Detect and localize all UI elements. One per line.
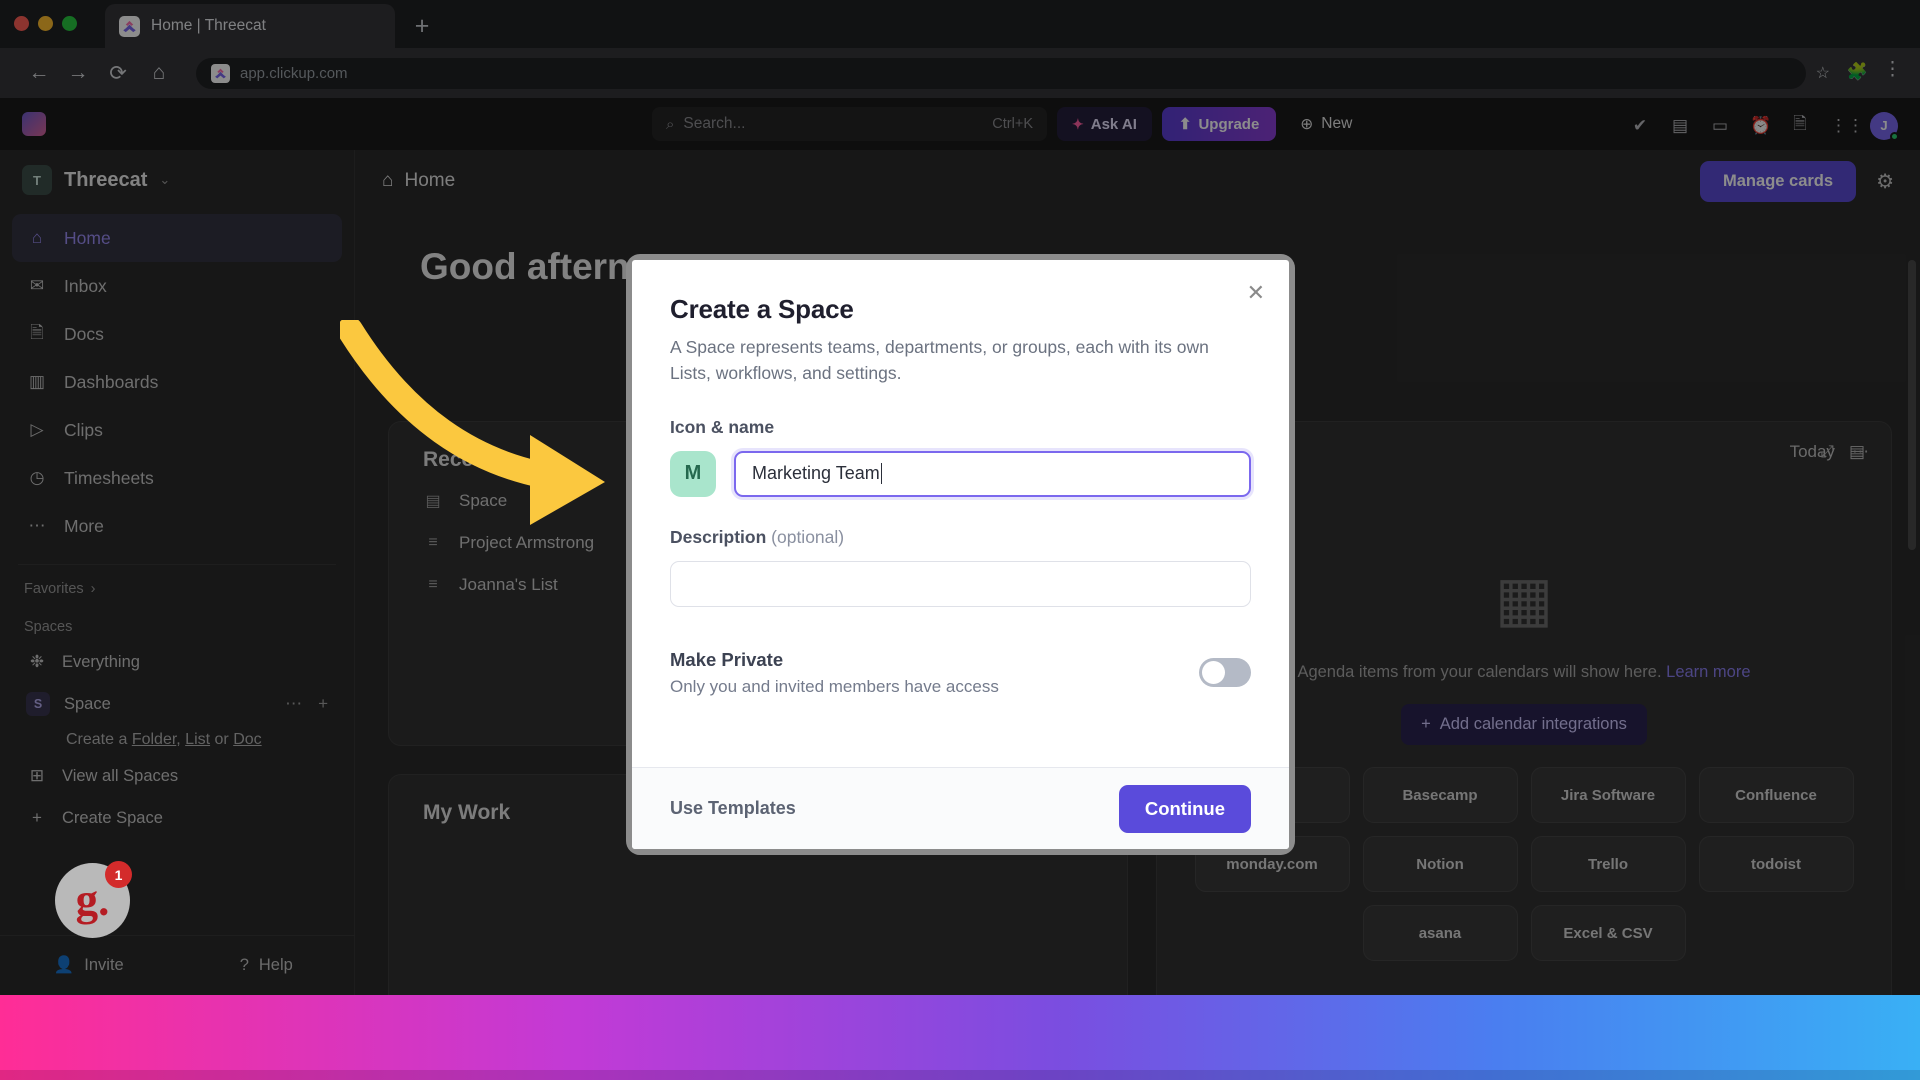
description-label-text: Description	[670, 526, 767, 547]
make-private-row: Make Private Only you and invited member…	[670, 649, 1251, 697]
grammarly-badge-count: 1	[105, 861, 132, 888]
continue-button[interactable]: Continue	[1118, 784, 1251, 833]
taskbar	[0, 1070, 1920, 1080]
modal-body: ✕ Create a Space A Space represents team…	[632, 260, 1289, 767]
icon-name-label: Icon & name	[670, 416, 775, 437]
toggle-knob	[1202, 661, 1225, 684]
space-icon-picker[interactable]: M	[670, 450, 716, 497]
make-private-subtitle: Only you and invited members have access	[670, 676, 999, 696]
text-cursor	[880, 463, 883, 484]
grammarly-widget[interactable]: g. 1	[55, 861, 132, 938]
make-private-toggle[interactable]	[1199, 658, 1251, 687]
description-input[interactable]	[670, 560, 1251, 607]
make-private-title: Make Private	[670, 648, 784, 670]
use-templates-button[interactable]: Use Templates	[670, 798, 796, 819]
modal-highlight-border: ✕ Create a Space A Space represents team…	[632, 260, 1289, 849]
description-label: Description (optional)	[670, 527, 1251, 548]
space-name-input[interactable]: Marketing Team	[734, 450, 1251, 497]
grammarly-logo-icon: g.	[75, 875, 110, 925]
desktop-wallpaper	[0, 995, 1920, 1080]
modal-footer: Use Templates Continue	[632, 767, 1289, 849]
close-icon[interactable]: ✕	[1247, 282, 1265, 304]
description-optional-text: (optional)	[771, 526, 845, 547]
space-name-value: Marketing Team	[752, 463, 880, 483]
make-private-texts: Make Private Only you and invited member…	[670, 649, 999, 697]
create-space-modal-frame: ✕ Create a Space A Space represents team…	[626, 254, 1295, 855]
icon-name-row: M Marketing Team	[670, 450, 1251, 497]
modal-subtitle: A Space represents teams, departments, o…	[670, 337, 1209, 384]
create-space-modal: ✕ Create a Space A Space represents team…	[632, 260, 1289, 849]
modal-title: Create a Space	[670, 294, 854, 324]
